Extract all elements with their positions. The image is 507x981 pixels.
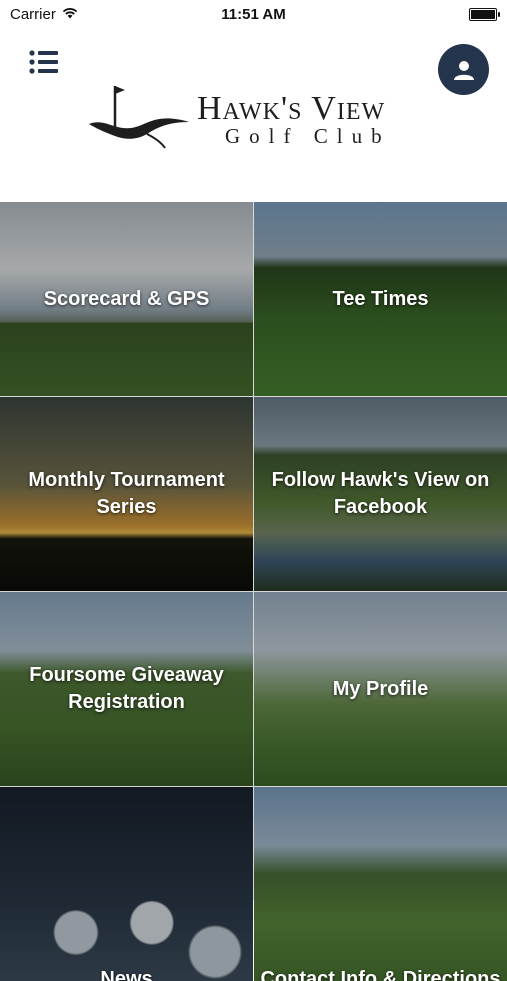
tile-label: Follow Hawk's View on Facebook xyxy=(266,467,496,521)
app-header: Hawk's View Golf Club xyxy=(0,28,507,202)
tile-contact-directions[interactable]: Contact Info & Directions xyxy=(254,787,507,981)
status-time: 11:51 AM xyxy=(221,6,285,23)
tile-label: Monthly Tournament Series xyxy=(22,467,230,521)
menu-grid: Scorecard & GPS Tee Times Monthly Tourna… xyxy=(0,202,507,900)
course-flag-image xyxy=(254,787,507,981)
logo-title: Hawk's View xyxy=(197,90,385,128)
hawk-flag-logo-icon xyxy=(85,78,195,158)
tile-label: Foursome Giveaway Registration xyxy=(23,662,230,716)
menu-button[interactable] xyxy=(28,48,60,76)
list-menu-icon xyxy=(28,48,60,76)
tile-scorecard-gps[interactable]: Scorecard & GPS xyxy=(0,202,253,396)
golf-balls-image xyxy=(0,787,253,981)
tile-label: Tee Times xyxy=(327,286,435,313)
tile-label: News xyxy=(94,966,158,981)
logo-subtitle: Golf Club xyxy=(225,124,391,149)
user-icon xyxy=(452,58,476,82)
tile-label: Scorecard & GPS xyxy=(38,286,216,313)
tile-foursome-giveaway[interactable]: Foursome Giveaway Registration xyxy=(0,592,253,786)
tile-facebook[interactable]: Follow Hawk's View on Facebook xyxy=(254,397,507,591)
battery-icon xyxy=(469,8,497,21)
status-left: Carrier xyxy=(0,6,78,23)
tile-my-profile[interactable]: My Profile xyxy=(254,592,507,786)
profile-button[interactable] xyxy=(438,44,489,95)
status-bar: Carrier 11:51 AM xyxy=(0,0,507,28)
tile-monthly-tournament[interactable]: Monthly Tournament Series xyxy=(0,397,253,591)
tile-news[interactable]: News xyxy=(0,787,253,981)
carrier-label: Carrier xyxy=(10,6,56,23)
tile-label: Contact Info & Directions xyxy=(254,966,506,981)
tile-label: My Profile xyxy=(327,676,435,703)
status-right xyxy=(469,8,507,21)
tile-tee-times[interactable]: Tee Times xyxy=(254,202,507,396)
club-logo: Hawk's View Golf Club xyxy=(85,78,425,158)
wifi-icon xyxy=(62,6,78,23)
